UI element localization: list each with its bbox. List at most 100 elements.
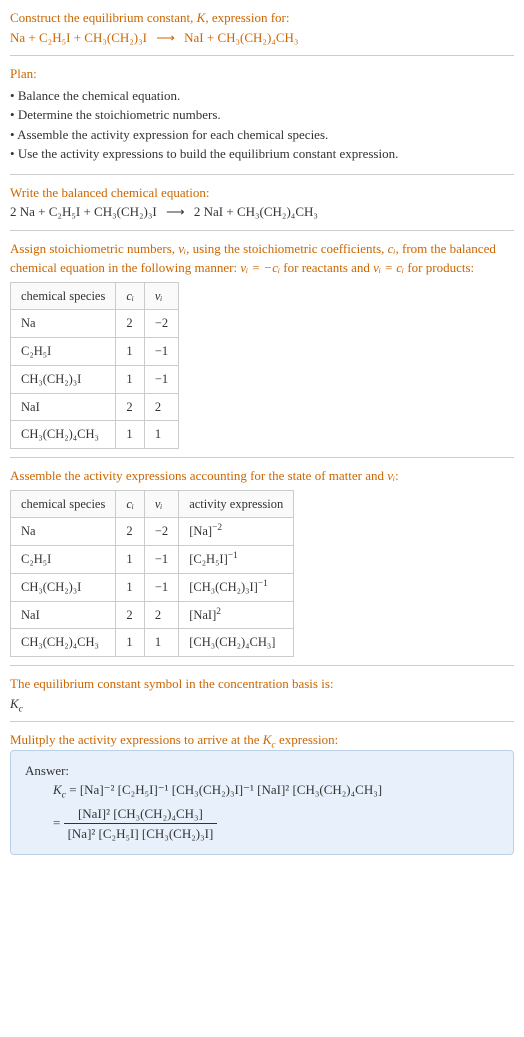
act-base: [Na] bbox=[189, 524, 212, 538]
kc-symbol: Kc bbox=[10, 694, 514, 714]
cell: Na bbox=[11, 518, 116, 546]
answer-label: Answer: bbox=[25, 761, 499, 781]
table-row: CH₃(CH₂)₃I1−1 bbox=[11, 365, 179, 393]
mult-a: Mulitply the activity expressions to arr… bbox=[10, 732, 263, 747]
act-base: [CH₃(CH₂)₄CH₃] bbox=[189, 635, 275, 649]
col-nui: νᵢ bbox=[144, 490, 178, 518]
page-root: Construct the equilibrium constant, K, e… bbox=[0, 0, 524, 883]
balanced-label: Write the balanced chemical equation: bbox=[10, 183, 514, 203]
cell: CH₃(CH₂)₃I bbox=[11, 365, 116, 393]
arrow-icon: ⟶ bbox=[166, 202, 185, 222]
mult-b: expression: bbox=[276, 732, 338, 747]
section-activity: Assemble the activity expressions accoun… bbox=[10, 458, 514, 666]
eq1-rhs: NaI + CH₃(CH₂)₄CH₃ bbox=[184, 30, 298, 45]
cell: 1 bbox=[144, 421, 178, 449]
c-letter: c bbox=[19, 703, 23, 714]
fraction-numerator: [NaI]² [CH₃(CH₂)₄CH₃] bbox=[64, 804, 218, 825]
act-exp: −2 bbox=[212, 523, 222, 533]
table-row: Na 2 −2 [Na]−2 bbox=[11, 518, 294, 546]
title-text-a: Construct the equilibrium constant, bbox=[10, 10, 197, 25]
k-letter: K bbox=[10, 696, 19, 711]
cell: C₂H₅I bbox=[11, 546, 116, 574]
assemble-nu: νᵢ bbox=[387, 468, 395, 483]
act-exp: 2 bbox=[216, 606, 221, 616]
section-plan: Plan: Balance the chemical equation. Det… bbox=[10, 56, 514, 175]
plan-item: Balance the chemical equation. bbox=[10, 86, 514, 106]
cell: 1 bbox=[116, 421, 145, 449]
cell: 2 bbox=[116, 310, 145, 338]
cell: 1 bbox=[116, 338, 145, 366]
cell: −1 bbox=[144, 365, 178, 393]
plan-item: Determine the stoichiometric numbers. bbox=[10, 105, 514, 125]
act-base: [NaI] bbox=[189, 608, 216, 622]
table-row: C₂H₅I 1 −1 [C₂H₅I]−1 bbox=[11, 546, 294, 574]
answer-line2: = [NaI]² [CH₃(CH₂)₄CH₃] [Na]² [C₂H₅I] [C… bbox=[53, 804, 499, 844]
cell: Na bbox=[11, 310, 116, 338]
kc-label: The equilibrium constant symbol in the c… bbox=[10, 674, 514, 694]
k-letter: K bbox=[53, 782, 62, 797]
table-activity: chemical species cᵢ νᵢ activity expressi… bbox=[10, 490, 294, 658]
answer-fraction: [NaI]² [CH₃(CH₂)₄CH₃] [Na]² [C₂H₅I] [CH₃… bbox=[64, 804, 218, 844]
section-balanced: Write the balanced chemical equation: 2 … bbox=[10, 175, 514, 231]
cell: 1 bbox=[116, 573, 145, 601]
cell: CH₃(CH₂)₄CH₃ bbox=[11, 629, 116, 657]
act-exp: −1 bbox=[258, 579, 268, 589]
answer-box: Answer: Kc = [Na]⁻² [C₂H₅I]⁻¹ [CH₃(CH₂)₃… bbox=[10, 750, 514, 855]
assign-e: νᵢ = −cᵢ bbox=[240, 260, 280, 275]
equation-original: Na + C₂H₅I + CH₃(CH₂)₃I ⟶ NaI + CH₃(CH₂)… bbox=[10, 28, 514, 48]
cell: 2 bbox=[144, 601, 178, 629]
table-row: CH₃(CH₂)₄CH₃ 1 1 [CH₃(CH₂)₄CH₃] bbox=[11, 629, 294, 657]
cell-activity: [Na]−2 bbox=[179, 518, 294, 546]
equals-sign: = bbox=[53, 814, 64, 829]
cell-activity: [C₂H₅I]−1 bbox=[179, 546, 294, 574]
col-species: chemical species bbox=[11, 490, 116, 518]
cell: −1 bbox=[144, 338, 178, 366]
assign-c: cᵢ bbox=[388, 241, 396, 256]
cell: −2 bbox=[144, 518, 178, 546]
fraction-denominator: [Na]² [C₂H₅I] [CH₃(CH₂)₃I] bbox=[64, 824, 218, 844]
cell-activity: [CH₃(CH₂)₃I]−1 bbox=[179, 573, 294, 601]
col-ci: cᵢ bbox=[116, 490, 145, 518]
cell: C₂H₅I bbox=[11, 338, 116, 366]
plan-item: Assemble the activity expression for eac… bbox=[10, 125, 514, 145]
assign-b: , using the stoichiometric coefficients, bbox=[186, 241, 388, 256]
multiply-text: Mulitply the activity expressions to arr… bbox=[10, 730, 514, 750]
section-answer: Mulitply the activity expressions to arr… bbox=[10, 722, 514, 863]
table-row: chemical species cᵢ νᵢ bbox=[11, 282, 179, 310]
assemble-b: : bbox=[395, 468, 399, 483]
cell: 2 bbox=[116, 393, 145, 421]
section-stoich: Assign stoichiometric numbers, νᵢ, using… bbox=[10, 231, 514, 459]
cell: −1 bbox=[144, 573, 178, 601]
assign-h: for products: bbox=[404, 260, 474, 275]
answer-products: = [Na]⁻² [C₂H₅I]⁻¹ [CH₃(CH₂)₃I]⁻¹ [NaI]²… bbox=[69, 782, 382, 797]
eq2-lhs: 2 Na + C₂H₅I + CH₃(CH₂)₃I bbox=[10, 204, 157, 219]
table-row: CH₃(CH₂)₃I 1 −1 [CH₃(CH₂)₃I]−1 bbox=[11, 573, 294, 601]
answer-line1: Kc = [Na]⁻² [C₂H₅I]⁻¹ [CH₃(CH₂)₃I]⁻¹ [Na… bbox=[53, 780, 499, 800]
col-species: chemical species bbox=[11, 282, 116, 310]
section-kc-symbol: The equilibrium constant symbol in the c… bbox=[10, 666, 514, 722]
table-stoich: chemical species cᵢ νᵢ Na2−2 C₂H₅I1−1 CH… bbox=[10, 282, 179, 450]
plan-list: Balance the chemical equation. Determine… bbox=[10, 86, 514, 164]
table-row: CH₃(CH₂)₄CH₃11 bbox=[11, 421, 179, 449]
equation-balanced: 2 Na + C₂H₅I + CH₃(CH₂)₃I ⟶ 2 NaI + CH₃(… bbox=[10, 202, 514, 222]
plan-label: Plan: bbox=[10, 64, 514, 84]
cell-activity: [NaI]2 bbox=[179, 601, 294, 629]
act-base: [C₂H₅I] bbox=[189, 552, 228, 566]
cell: 2 bbox=[116, 601, 145, 629]
assign-f: for reactants and bbox=[280, 260, 373, 275]
arrow-icon: ⟶ bbox=[156, 28, 175, 48]
cell: 1 bbox=[116, 546, 145, 574]
cell: NaI bbox=[11, 601, 116, 629]
cell-activity: [CH₃(CH₂)₄CH₃] bbox=[179, 629, 294, 657]
eq2-rhs: 2 NaI + CH₃(CH₂)₄CH₃ bbox=[194, 204, 318, 219]
cell: 2 bbox=[116, 518, 145, 546]
assign-g: νᵢ = cᵢ bbox=[373, 260, 404, 275]
cell: CH₃(CH₂)₄CH₃ bbox=[11, 421, 116, 449]
table-row: NaI 2 2 [NaI]2 bbox=[11, 601, 294, 629]
cell: NaI bbox=[11, 393, 116, 421]
cell: −2 bbox=[144, 310, 178, 338]
cell: CH₃(CH₂)₃I bbox=[11, 573, 116, 601]
col-activity: activity expression bbox=[179, 490, 294, 518]
assign-nu: νᵢ bbox=[178, 241, 186, 256]
activity-text: Assemble the activity expressions accoun… bbox=[10, 466, 514, 486]
